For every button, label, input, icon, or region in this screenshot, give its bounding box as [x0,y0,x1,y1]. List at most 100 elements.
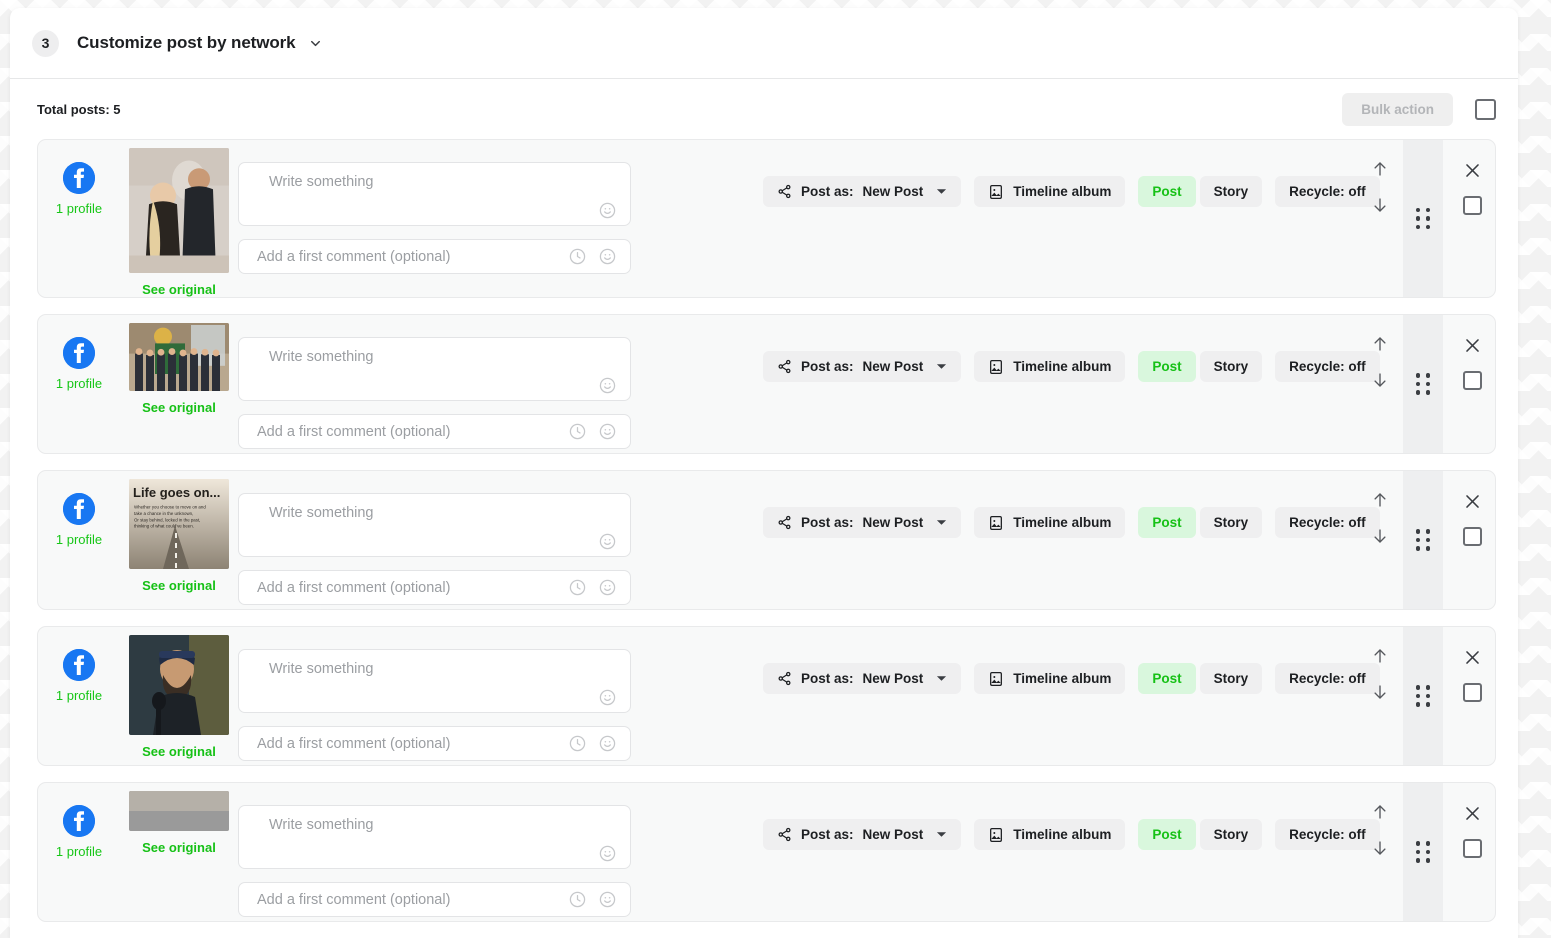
timeline-album-button[interactable]: Timeline album [974,351,1126,382]
image-icon [988,184,1004,200]
image-icon [988,671,1004,687]
post-rows-list: 1 profile See original Write something A… [10,139,1518,922]
first-comment-input[interactable]: Add a first comment (optional) [238,239,631,274]
select-all-checkbox[interactable] [1475,98,1496,120]
post-type-story[interactable]: Story [1199,351,1263,382]
thumbnail-column: See original [120,315,238,453]
emoji-icon[interactable] [599,735,616,752]
post-text-input[interactable]: Write something [238,805,631,869]
post-as-dropdown[interactable]: Post as: New Post [763,176,962,207]
emoji-icon[interactable] [599,689,616,706]
post-type-post[interactable]: Post [1138,507,1196,538]
close-icon[interactable] [1463,336,1482,355]
timeline-album-button[interactable]: Timeline album [974,176,1126,207]
see-original-link[interactable]: See original [142,578,216,593]
post-type-story[interactable]: Story [1199,819,1263,850]
timeline-album-button[interactable]: Timeline album [974,507,1126,538]
post-thumbnail[interactable] [129,791,229,831]
emoji-icon[interactable] [599,533,616,550]
card-header: 3 Customize post by network [10,8,1518,79]
arrow-up-icon[interactable] [1371,335,1389,353]
post-type-story[interactable]: Story [1199,663,1263,694]
chevron-down-icon[interactable] [308,36,323,51]
row-select-checkbox[interactable] [1463,683,1482,702]
drag-handle-icon[interactable] [1403,315,1443,453]
post-text-input[interactable]: Write something [238,649,631,713]
arrow-down-icon[interactable] [1371,683,1389,701]
customize-post-card: 3 Customize post by network Total posts:… [10,8,1518,938]
clock-icon[interactable] [569,735,586,752]
arrow-down-icon[interactable] [1371,196,1389,214]
emoji-icon[interactable] [599,579,616,596]
network-column: 1 profile [38,783,120,921]
arrow-down-icon[interactable] [1371,527,1389,545]
arrow-up-icon[interactable] [1371,647,1389,665]
timeline-album-button[interactable]: Timeline album [974,819,1126,850]
post-text-input[interactable]: Write something [238,493,631,557]
arrow-up-icon[interactable] [1371,491,1389,509]
arrow-up-icon[interactable] [1371,803,1389,821]
first-comment-input[interactable]: Add a first comment (optional) [238,570,631,605]
clock-icon[interactable] [569,423,586,440]
post-as-label: Post as: [801,515,854,530]
post-type-post[interactable]: Post [1138,663,1196,694]
editor-column: Write something Add a first comment (opt… [238,471,633,609]
post-text-placeholder: Write something [269,817,374,833]
arrow-down-icon[interactable] [1371,839,1389,857]
table-row: 1 profile See original Write something A… [37,314,1496,454]
editor-column: Write something Add a first comment (opt… [238,140,633,297]
row-select-checkbox[interactable] [1463,196,1482,215]
emoji-icon[interactable] [599,202,616,219]
first-comment-input[interactable]: Add a first comment (optional) [238,726,631,761]
post-type-post[interactable]: Post [1138,351,1196,382]
table-row: 1 profile See original Write something A… [37,139,1496,298]
post-type-story[interactable]: Story [1199,507,1263,538]
drag-handle-icon[interactable] [1403,627,1443,765]
post-thumbnail[interactable] [129,148,229,273]
post-text-input[interactable]: Write something [238,337,631,401]
post-type-post[interactable]: Post [1138,819,1196,850]
timeline-album-button[interactable]: Timeline album [974,663,1126,694]
reorder-arrows [1364,160,1396,214]
profile-count-label: 1 profile [55,844,103,859]
post-as-value: New Post [862,184,924,199]
close-icon[interactable] [1463,492,1482,511]
drag-handle-icon[interactable] [1403,783,1443,921]
row-select-checkbox[interactable] [1463,839,1482,858]
first-comment-input[interactable]: Add a first comment (optional) [238,882,631,917]
row-select-checkbox[interactable] [1463,527,1482,546]
drag-handle-icon[interactable] [1403,140,1443,297]
post-thumbnail[interactable] [129,323,229,391]
emoji-icon[interactable] [599,845,616,862]
see-original-link[interactable]: See original [142,744,216,759]
arrow-down-icon[interactable] [1371,371,1389,389]
see-original-link[interactable]: See original [142,840,216,855]
post-type-post[interactable]: Post [1138,176,1196,207]
post-as-dropdown[interactable]: Post as: New Post [763,507,962,538]
clock-icon[interactable] [569,579,586,596]
emoji-icon[interactable] [599,423,616,440]
post-type-story[interactable]: Story [1199,176,1263,207]
bulk-action-button[interactable]: Bulk action [1342,92,1453,126]
row-select-checkbox[interactable] [1463,371,1482,390]
post-as-dropdown[interactable]: Post as: New Post [763,663,962,694]
see-original-link[interactable]: See original [142,400,216,415]
post-text-input[interactable]: Write something [238,162,631,226]
drag-handle-icon[interactable] [1403,471,1443,609]
emoji-icon[interactable] [599,377,616,394]
total-posts-label: Total posts: 5 [37,101,121,117]
emoji-icon[interactable] [599,248,616,265]
post-thumbnail[interactable]: Life goes on... Whether you choose to mo… [129,479,229,569]
close-icon[interactable] [1463,161,1482,180]
emoji-icon[interactable] [599,891,616,908]
close-icon[interactable] [1463,648,1482,667]
clock-icon[interactable] [569,248,586,265]
post-as-dropdown[interactable]: Post as: New Post [763,351,962,382]
arrow-up-icon[interactable] [1371,160,1389,178]
post-thumbnail[interactable] [129,635,229,735]
see-original-link[interactable]: See original [142,282,216,297]
post-as-dropdown[interactable]: Post as: New Post [763,819,962,850]
close-icon[interactable] [1463,804,1482,823]
first-comment-input[interactable]: Add a first comment (optional) [238,414,631,449]
clock-icon[interactable] [569,891,586,908]
